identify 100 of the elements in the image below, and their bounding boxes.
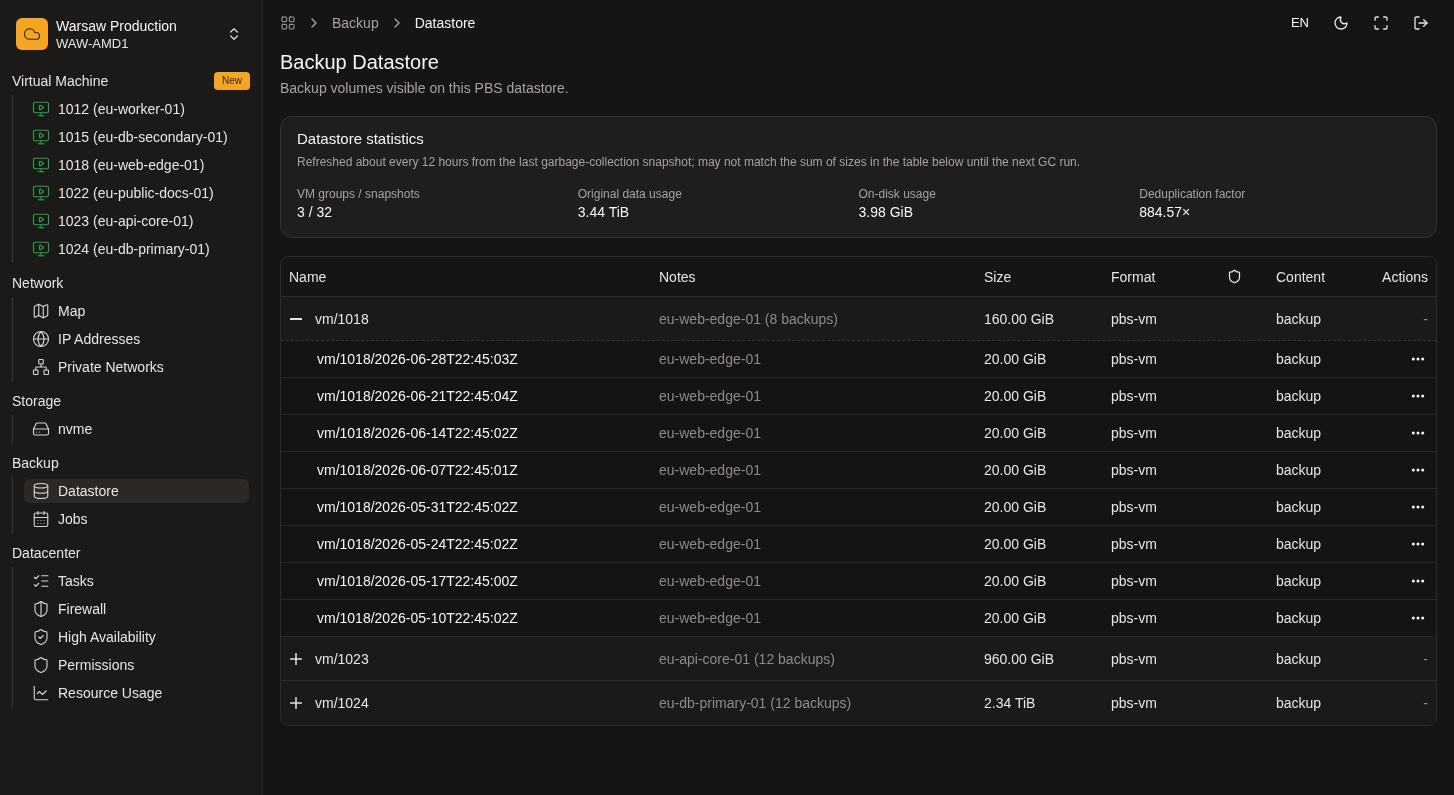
page-title: Backup Datastore <box>280 50 440 75</box>
section-title: Backup <box>12 454 59 474</box>
table-cell-text: 20.00 GiB <box>984 609 1047 628</box>
monitor-play-icon <box>32 156 50 175</box>
column-header: Notes <box>659 267 696 287</box>
breadcrumb-link[interactable]: Datastore <box>414 13 476 33</box>
table-cell-text: backup <box>1276 694 1322 713</box>
sidebar-item[interactable]: Jobs <box>24 507 249 532</box>
plus-icon <box>290 652 302 665</box>
table-cell-text: 20.00 GiB <box>984 572 1047 591</box>
sidebar-item[interactable]: Permissions <box>24 653 249 678</box>
workspace-name: Warsaw Production <box>56 17 178 36</box>
logout-icon <box>1413 15 1429 31</box>
table-cell-text: backup <box>1276 609 1322 628</box>
database-icon <box>32 482 50 501</box>
table-cell-text: eu-api-core-01 (12 backups) <box>659 649 835 669</box>
table-cell-text: 20.00 GiB <box>984 498 1047 517</box>
group-name: vm/1024 <box>315 694 369 713</box>
sidebar-item[interactable]: IP Addresses <box>24 327 249 352</box>
table-cell-text: 160.00 GiB <box>984 309 1055 329</box>
table-cell-text: - <box>1423 694 1428 713</box>
table-cell-text: pbs-vm <box>1111 498 1157 517</box>
page-subtitle: Backup volumes visible on this PBS datastore. <box>280 79 570 98</box>
metric-label: Original data usage <box>577 186 682 202</box>
expand-button[interactable] <box>289 651 303 666</box>
metric-label: Deduplication factor <box>1139 186 1246 202</box>
network-icon <box>32 358 50 377</box>
sidebar-item[interactable]: High Availability <box>24 625 249 650</box>
section-title: Datacenter <box>12 544 81 564</box>
table-cell-text: backup <box>1276 387 1322 406</box>
table-cell-text: pbs-vm <box>1111 309 1157 329</box>
globe-icon <box>32 330 50 349</box>
table-cell-text: eu-db-primary-01 (12 backups) <box>659 694 852 713</box>
table-cell-text: eu-web-edge-01 <box>659 609 761 628</box>
column-header: Content <box>1276 267 1326 287</box>
plus-icon <box>290 697 302 709</box>
sidebar-item[interactable]: 1015 (eu-db-secondary-01) <box>24 125 249 150</box>
shield-check-icon <box>32 628 50 647</box>
grid-icon <box>280 15 296 31</box>
group-name: vm/1023 <box>315 649 369 669</box>
table-cell-text: backup <box>1276 309 1322 329</box>
table-cell-text: backup <box>1276 498 1322 517</box>
sidebar-item[interactable]: 1024 (eu-db-primary-01) <box>24 237 249 262</box>
table-cell-text: pbs-vm <box>1111 350 1157 369</box>
table-cell-text: - <box>1423 309 1428 329</box>
section-title: Storage <box>12 392 62 412</box>
table-cell-text: eu-web-edge-01 <box>659 535 761 554</box>
table-cell-text: backup <box>1276 535 1322 554</box>
table-cell-text: backup <box>1276 424 1322 443</box>
table-cell-text: pbs-vm <box>1111 387 1157 406</box>
metric-value: 3.44 TiB <box>577 203 630 222</box>
sidebar-item[interactable]: Private Networks <box>24 355 249 380</box>
table-cell-text: eu-web-edge-01 <box>659 387 761 406</box>
sidebar-item[interactable]: Map <box>24 299 249 324</box>
table-cell-text: 20.00 GiB <box>984 535 1047 554</box>
sidebar-item[interactable]: 1018 (eu-web-edge-01) <box>24 153 249 178</box>
table-cell-text: pbs-vm <box>1111 572 1157 591</box>
language-button[interactable]: EN <box>1282 7 1317 39</box>
table-cell-text: 2.34 TiB <box>984 694 1036 713</box>
table-cell-text: pbs-vm <box>1111 649 1157 669</box>
table-cell-text: eu-web-edge-01 <box>659 572 761 591</box>
group-name: vm/1018 <box>315 309 369 329</box>
moon-icon <box>1333 15 1349 31</box>
breadcrumb-link[interactable]: Backup <box>332 13 379 33</box>
metric-value: 884.57× <box>1139 203 1191 222</box>
section-title: Network <box>12 274 64 294</box>
expand-button[interactable] <box>289 696 303 710</box>
sidebar-item[interactable]: 1023 (eu-api-core-01) <box>24 209 249 234</box>
table-cell-text: pbs-vm <box>1111 424 1157 443</box>
home-grid-button[interactable] <box>280 15 296 31</box>
calendar-icon <box>32 510 50 529</box>
table-cell-text: backup <box>1276 572 1322 591</box>
sidebar-item[interactable]: Resource Usage <box>24 681 249 706</box>
table-cell-text: backup <box>1276 461 1322 480</box>
metric-label: On-disk usage <box>858 186 936 202</box>
table-cell-text: 20.00 GiB <box>984 424 1047 443</box>
table-cell-text: pbs-vm <box>1111 535 1157 554</box>
sidebar-item[interactable]: Firewall <box>24 597 249 622</box>
sidebar-item[interactable]: 1012 (eu-worker-01) <box>24 97 249 122</box>
monitor-play-icon <box>32 212 50 231</box>
table-cell-text: vm/1018/2026-06-21T22:45:04Z <box>317 387 518 406</box>
table-cell-text: vm/1018/2026-06-14T22:45:02Z <box>317 424 518 443</box>
monitor-play-icon <box>32 240 50 259</box>
sidebar-item[interactable]: 1022 (eu-public-docs-01) <box>24 181 249 206</box>
metric-value: 3 / 32 <box>297 203 333 222</box>
minus-icon <box>290 317 302 320</box>
sidebar-item[interactable]: Datastore <box>24 479 249 504</box>
metric-label: VM groups / snapshots <box>297 186 420 202</box>
table-cell-text: pbs-vm <box>1111 461 1157 480</box>
table-cell-text: eu-web-edge-01 (8 backups) <box>659 309 838 329</box>
map-icon <box>32 302 50 321</box>
table-cell-text: 20.00 GiB <box>984 461 1047 480</box>
table-cell-text: eu-web-edge-01 <box>659 461 761 480</box>
column-header: Actions <box>1382 267 1428 287</box>
sidebar-item[interactable]: nvme <box>24 417 249 442</box>
line-chart-icon <box>32 684 50 703</box>
table-cell-text: backup <box>1276 649 1322 669</box>
monitor-play-icon <box>32 128 50 147</box>
sidebar-item[interactable]: Tasks <box>24 569 249 594</box>
workspace-code: WAW-AMD1 <box>56 36 130 53</box>
